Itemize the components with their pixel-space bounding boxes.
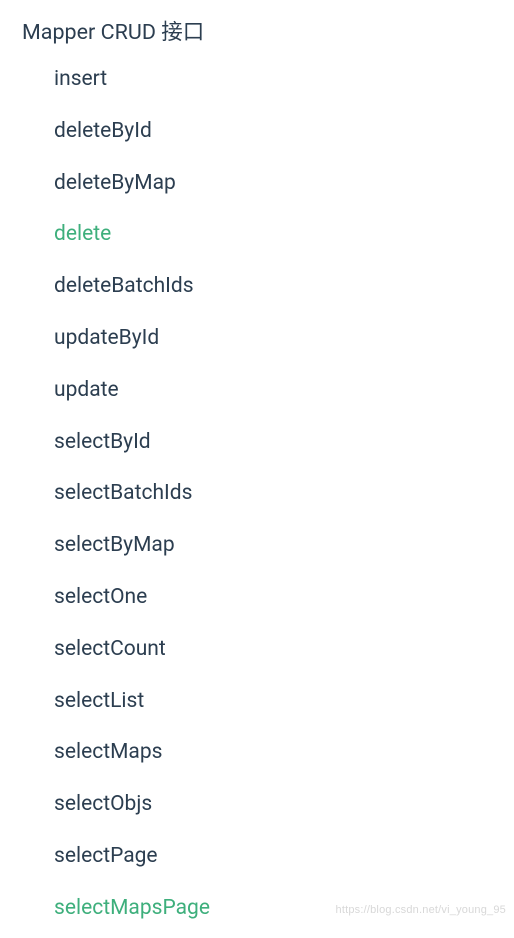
toc-heading[interactable]: Mapper CRUD 接口 bbox=[22, 18, 514, 48]
toc-item-deletebatchids[interactable]: deleteBatchIds bbox=[54, 273, 514, 300]
toc-item-selectlist[interactable]: selectList bbox=[54, 688, 514, 715]
toc-item-selectcount[interactable]: selectCount bbox=[54, 636, 514, 663]
toc-item-selectbymap[interactable]: selectByMap bbox=[54, 532, 514, 559]
toc-item-selectmaps[interactable]: selectMaps bbox=[54, 739, 514, 766]
toc-item-selectpage[interactable]: selectPage bbox=[54, 843, 514, 870]
toc-item-delete[interactable]: delete bbox=[54, 221, 514, 248]
watermark-text: https://blog.csdn.net/vi_young_95 bbox=[336, 904, 507, 916]
toc-item-deletebymap[interactable]: deleteByMap bbox=[54, 170, 514, 197]
toc-item-update[interactable]: update bbox=[54, 377, 514, 404]
toc-item-selectbyid[interactable]: selectById bbox=[54, 429, 514, 456]
toc-item-updatebyid[interactable]: updateById bbox=[54, 325, 514, 352]
toc-item-selectobjs[interactable]: selectObjs bbox=[54, 791, 514, 818]
toc-item-insert[interactable]: insert bbox=[54, 66, 514, 93]
toc-item-selectbatchids[interactable]: selectBatchIds bbox=[54, 480, 514, 507]
toc-list: insert deleteById deleteByMap delete deleteB… bbox=[22, 66, 514, 922]
toc-item-selectone[interactable]: selectOne bbox=[54, 584, 514, 611]
toc-item-deletebyid[interactable]: deleteById bbox=[54, 118, 514, 145]
